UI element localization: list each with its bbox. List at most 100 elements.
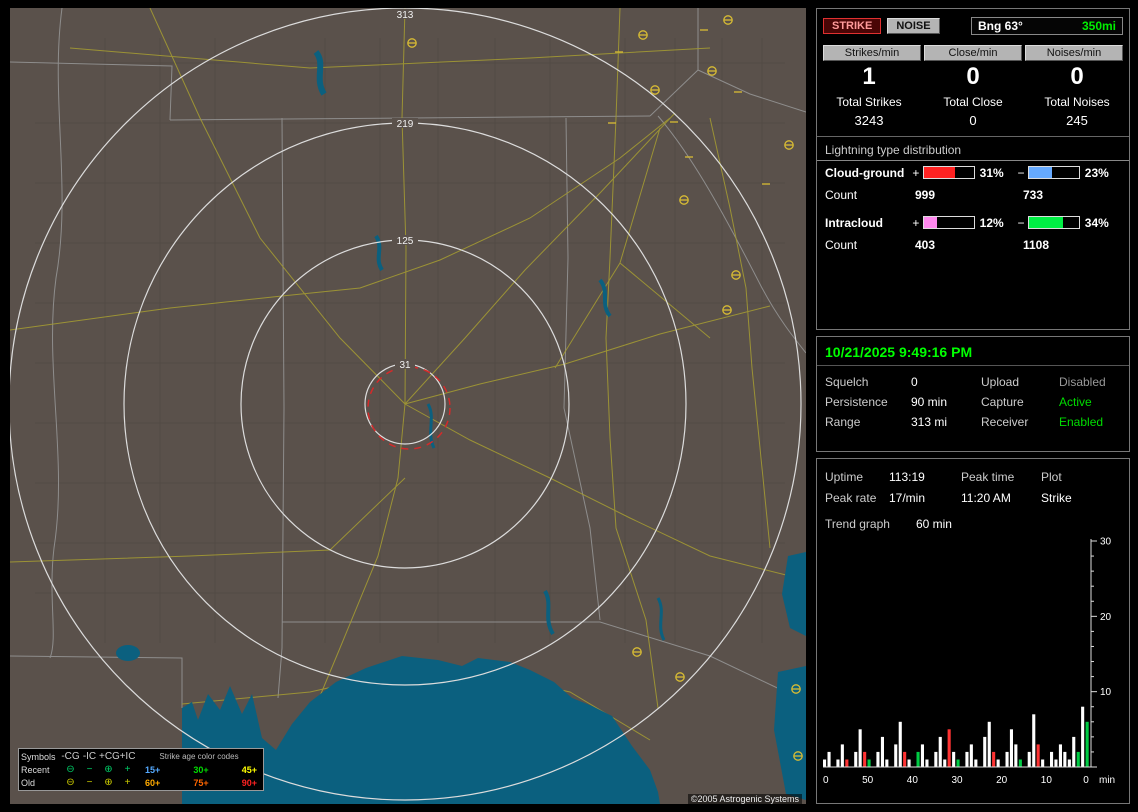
trend-bar bbox=[943, 760, 946, 768]
noises-per-min-button[interactable]: Noises/min bbox=[1025, 45, 1123, 61]
trend-bar bbox=[845, 760, 848, 768]
trend-bar bbox=[1077, 752, 1080, 767]
trend-bar bbox=[952, 752, 955, 767]
trend-bar bbox=[992, 752, 995, 767]
total-noises-label: Total Noises bbox=[1044, 95, 1109, 109]
bearing-value: Bng 63° bbox=[978, 19, 1023, 33]
trend-bar bbox=[885, 760, 888, 768]
trend-bar bbox=[903, 752, 906, 767]
strike-mode-button[interactable]: STRIKE bbox=[823, 18, 881, 34]
y-tick-label: 30 bbox=[1100, 537, 1112, 548]
trend-bar bbox=[908, 760, 911, 768]
ic-positive-pct: 12% bbox=[980, 216, 1016, 230]
total-strikes: Total Strikes 3243 bbox=[817, 95, 921, 128]
count-label: Count bbox=[825, 188, 915, 202]
trend-bar bbox=[1028, 752, 1031, 767]
total-strikes-label: Total Strikes bbox=[836, 95, 901, 109]
intracloud-row: Intracloud + 12% − 34% bbox=[817, 205, 1129, 234]
trend-bar bbox=[957, 760, 960, 768]
total-close-label: Total Close bbox=[943, 95, 1002, 109]
legend-col-ncg: -CG bbox=[61, 752, 80, 762]
trend-bar bbox=[881, 737, 884, 767]
capture-status: Active bbox=[1059, 392, 1121, 412]
legend-symbols-header: Symbols bbox=[21, 752, 61, 762]
legend-age-header: Strike age color codes bbox=[137, 752, 261, 761]
total-noises: Total Noises 245 bbox=[1025, 95, 1129, 128]
x-tick-label: 20 bbox=[996, 775, 1008, 786]
x-tick-label: 0 bbox=[1083, 775, 1089, 786]
total-strikes-value: 3243 bbox=[817, 109, 921, 128]
noises-per-min-value: 0 bbox=[1025, 61, 1129, 91]
status-panel: 10/21/2025 9:49:16 PM Squelch 0 Upload D… bbox=[816, 336, 1130, 452]
cloud-ground-count-row: Count 999 733 bbox=[817, 184, 1129, 205]
legend-col-nic: -IC bbox=[80, 752, 99, 762]
trend-bar bbox=[868, 760, 871, 768]
trend-bar bbox=[894, 744, 897, 767]
age-code: 60+ bbox=[145, 778, 160, 788]
trend-bar bbox=[997, 760, 1000, 768]
capture-label: Capture bbox=[981, 392, 1059, 412]
strike-symbol-icon: ⊖ bbox=[61, 778, 80, 788]
cloud-ground-label: Cloud-ground bbox=[825, 166, 911, 180]
uptime-label: Uptime bbox=[825, 467, 889, 488]
minus-sign: − bbox=[1016, 166, 1026, 180]
strike-symbol-icon: ⊕ bbox=[99, 765, 118, 775]
trend-bar bbox=[1014, 744, 1017, 767]
ring-label-125: 125 bbox=[397, 236, 414, 247]
peak-time-label: Peak time bbox=[961, 467, 1041, 488]
trend-bar bbox=[899, 722, 902, 767]
ic-negative-pct: 34% bbox=[1085, 216, 1121, 230]
trend-bar bbox=[970, 744, 973, 767]
strikes-per-min-value: 1 bbox=[817, 61, 921, 91]
trend-bar bbox=[1068, 760, 1071, 768]
copyright-text: ©2005 Astrogenic Systems bbox=[688, 794, 802, 804]
trend-bar bbox=[1032, 714, 1035, 767]
trend-bar bbox=[965, 752, 968, 767]
age-code: 15+ bbox=[145, 765, 160, 775]
trend-bar bbox=[925, 760, 928, 768]
map-legend: Symbols -CG -IC +CG +IC Strike age color… bbox=[18, 748, 264, 791]
persistence-label: Persistence bbox=[825, 392, 911, 412]
plot-label: Plot bbox=[1041, 467, 1121, 488]
y-tick-label: 20 bbox=[1100, 612, 1112, 623]
cg-negative-pct: 23% bbox=[1085, 166, 1121, 180]
age-code: 30+ bbox=[193, 765, 208, 775]
range-value: 350mi bbox=[1082, 19, 1116, 33]
strikes-per-min-button[interactable]: Strikes/min bbox=[823, 45, 921, 61]
minus-sign: − bbox=[1016, 216, 1026, 230]
upload-status: Disabled bbox=[1059, 372, 1121, 392]
upload-label: Upload bbox=[981, 372, 1059, 392]
squelch-value: 0 bbox=[911, 372, 981, 392]
intracloud-count-row: Count 403 1108 bbox=[817, 234, 1129, 255]
ic-positive-bar bbox=[923, 216, 975, 229]
noise-mode-button[interactable]: NOISE bbox=[887, 18, 939, 34]
x-tick-label: 50 bbox=[862, 775, 874, 786]
cg-positive-count: 999 bbox=[915, 188, 1023, 202]
x-tick-label: 30 bbox=[951, 775, 963, 786]
trend-bar bbox=[983, 737, 986, 767]
peak-rate-label: Peak rate bbox=[825, 488, 889, 509]
cg-positive-pct: 31% bbox=[980, 166, 1016, 180]
trend-graph-label: Trend graph bbox=[825, 517, 890, 531]
trend-bar bbox=[863, 752, 866, 767]
close-per-min-button[interactable]: Close/min bbox=[924, 45, 1022, 61]
total-noises-value: 245 bbox=[1025, 109, 1129, 128]
trend-bar bbox=[1081, 707, 1084, 767]
ic-negative-count: 1108 bbox=[1023, 238, 1049, 252]
trend-bar bbox=[1086, 722, 1089, 767]
peak-time-value: 11:20 AM bbox=[961, 488, 1041, 509]
trend-bar bbox=[1037, 744, 1040, 767]
lightning-map[interactable]: 313 219 125 31 Symbols -CG -IC +CG +IC S… bbox=[10, 8, 806, 804]
strike-symbol-icon: ⊖ bbox=[61, 765, 80, 775]
plot-value: Strike bbox=[1041, 488, 1121, 509]
trend-bar bbox=[939, 737, 942, 767]
plus-sign: + bbox=[911, 166, 921, 180]
trend-bar bbox=[934, 752, 937, 767]
close-per-min-value: 0 bbox=[921, 61, 1025, 91]
legend-col-pic: +IC bbox=[118, 752, 137, 762]
peak-rate-value: 17/min bbox=[889, 488, 961, 509]
trend-bar bbox=[859, 729, 862, 767]
range-setting-value: 313 mi bbox=[911, 412, 981, 432]
info-panel: Uptime 113:19 Peak time Plot Peak rate 1… bbox=[816, 458, 1130, 804]
legend-row: Old⊖−⊕+60+75+90+ bbox=[21, 776, 261, 789]
